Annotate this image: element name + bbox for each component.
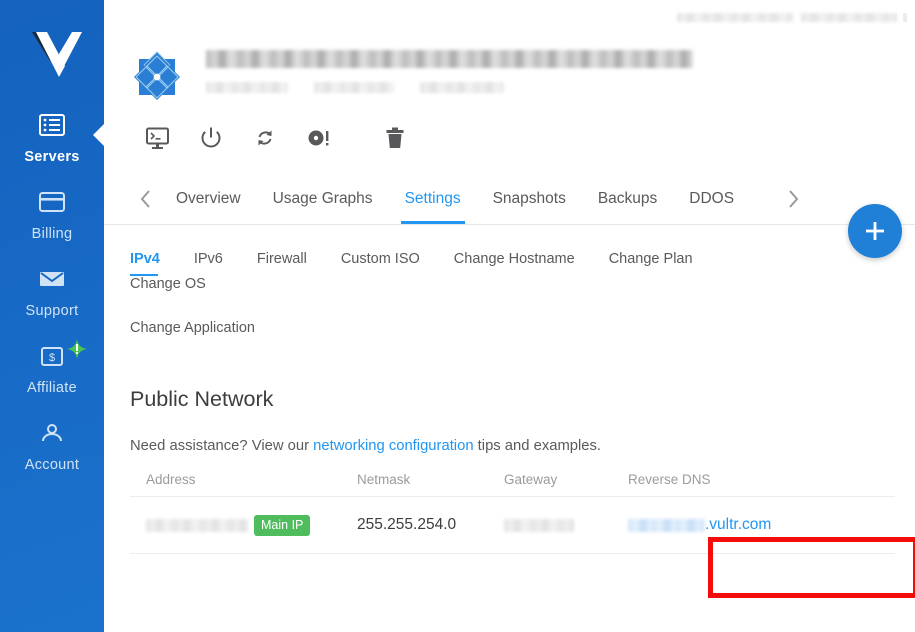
reverse-dns-host-redacted — [628, 518, 705, 532]
dollar-card-icon: $ — [41, 339, 87, 369]
address-value-redacted — [146, 518, 248, 532]
subtab-ipv6[interactable]: IPv6 — [194, 251, 223, 276]
sidebar-nav: Servers Billing Support $ Affiliate Acco… — [0, 98, 104, 483]
tab-usage-graphs[interactable]: Usage Graphs — [257, 174, 389, 224]
server-list-icon — [39, 112, 65, 138]
disc-alert-icon[interactable] — [292, 118, 346, 158]
chevron-right-icon[interactable] — [778, 174, 808, 224]
server-subfield-redacted — [206, 82, 288, 93]
tab-overview[interactable]: Overview — [160, 174, 257, 224]
server-meta — [206, 46, 693, 104]
reverse-dns-suffix: .vultr.com — [705, 516, 772, 533]
sidebar-item-label: Affiliate — [27, 380, 77, 396]
subtab-firewall[interactable]: Firewall — [257, 251, 307, 276]
main-content: Overview Usage Graphs Settings Snapshots… — [104, 0, 915, 632]
server-header — [104, 34, 915, 104]
assist-text: Need assistance? View our networking con… — [104, 412, 915, 454]
envelope-icon — [39, 266, 65, 292]
tab-snapshots[interactable]: Snapshots — [477, 174, 582, 224]
status-badge-main-ip: Main IP — [254, 514, 311, 536]
primary-tabs: Overview Usage Graphs Settings Snapshots… — [104, 174, 915, 225]
server-action-toolbar — [104, 104, 915, 158]
sidebar-item-label: Support — [25, 303, 79, 319]
sidebar-item-servers[interactable]: Servers — [0, 98, 104, 175]
column-header-address: Address — [146, 472, 196, 487]
cell-gateway — [504, 518, 628, 532]
tab-ddos[interactable]: DDOS — [673, 174, 750, 224]
sidebar-item-label: Servers — [24, 149, 80, 165]
server-title-redacted — [206, 50, 693, 68]
add-server-button[interactable] — [848, 204, 902, 258]
subtab-ipv4[interactable]: IPv4 — [130, 251, 160, 276]
table-header-row: Address Netmask Gateway Reverse DNS — [130, 472, 895, 496]
settings-subtabs-row-2: Change Application — [130, 320, 778, 345]
sidebar: Servers Billing Support $ Affiliate Acco… — [0, 0, 104, 632]
table-row: Main IP 255.255.254.0 .vultr.com — [130, 496, 895, 554]
credit-card-icon — [39, 189, 65, 215]
subtab-change-application[interactable]: Change Application — [130, 320, 255, 345]
tab-settings[interactable]: Settings — [389, 174, 477, 224]
sidebar-item-billing[interactable]: Billing — [0, 175, 104, 252]
server-subfield-redacted — [420, 82, 504, 93]
column-header-netmask: Netmask — [357, 472, 411, 487]
account-topbar — [104, 0, 915, 34]
account-email-redacted[interactable] — [801, 12, 897, 22]
console-monitor-icon[interactable] — [130, 118, 184, 158]
page-title: Public Network — [130, 387, 274, 411]
networking-configuration-link[interactable]: networking configuration — [313, 438, 473, 454]
column-header-reverse-dns: Reverse DNS — [628, 472, 711, 487]
subtab-change-plan[interactable]: Change Plan — [609, 251, 693, 276]
assist-suffix: tips and examples. — [473, 438, 602, 454]
reverse-dns-link[interactable]: .vultr.com — [628, 516, 771, 534]
gateway-value-redacted — [504, 518, 574, 532]
sidebar-item-label: Account — [24, 457, 80, 473]
assist-prefix: Need assistance? View our — [130, 438, 314, 454]
account-menu-redacted[interactable] — [903, 12, 907, 22]
vultr-server-settings-page: Servers Billing Support $ Affiliate Acco… — [0, 0, 915, 632]
sidebar-item-support[interactable]: Support — [0, 252, 104, 329]
chevron-left-icon[interactable] — [130, 174, 160, 224]
subtab-custom-iso[interactable]: Custom ISO — [341, 251, 420, 276]
cell-netmask: 255.255.254.0 — [357, 516, 457, 533]
settings-subtabs: IPv4 IPv6 Firewall Custom ISO Change Hos… — [104, 225, 804, 345]
restart-icon[interactable] — [238, 118, 292, 158]
sidebar-item-affiliate[interactable]: $ Affiliate — [0, 329, 104, 406]
cell-address: Main IP — [146, 514, 357, 536]
account-name-redacted[interactable] — [677, 12, 793, 22]
subtab-change-os[interactable]: Change OS — [130, 276, 206, 301]
plus-icon — [866, 222, 884, 240]
primary-tabs-list: Overview Usage Graphs Settings Snapshots… — [104, 174, 915, 224]
column-header-gateway: Gateway — [504, 472, 558, 487]
os-diamond-logo-icon — [130, 50, 184, 104]
subtab-change-hostname[interactable]: Change Hostname — [454, 251, 575, 276]
tab-backups[interactable]: Backups — [582, 174, 673, 224]
svg-text:$: $ — [49, 352, 55, 364]
vultr-checkmark-logo-icon[interactable] — [20, 20, 84, 82]
active-pointer-icon — [93, 124, 104, 146]
public-network-table: Address Netmask Gateway Reverse DNS Main… — [130, 472, 895, 554]
power-icon[interactable] — [184, 118, 238, 158]
green-star-alert-icon — [67, 339, 87, 359]
settings-subtabs-row-1: IPv4 IPv6 Firewall Custom ISO Change Hos… — [130, 251, 778, 301]
server-subfields — [206, 82, 693, 93]
trash-icon[interactable] — [368, 118, 422, 158]
person-icon — [40, 420, 64, 446]
sidebar-item-account[interactable]: Account — [0, 406, 104, 483]
cell-reverse-dns[interactable]: .vultr.com — [628, 516, 828, 534]
server-subfield-redacted — [314, 82, 394, 93]
sidebar-item-label: Billing — [31, 226, 73, 242]
